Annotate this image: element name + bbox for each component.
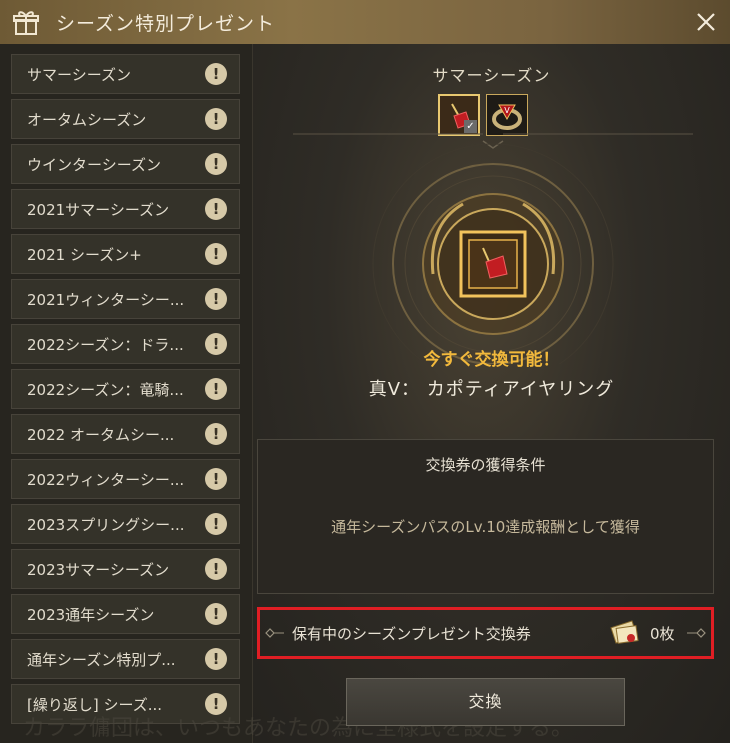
sidebar-item-2021-winter[interactable]: 2021ウィンターシー... ! [11, 279, 240, 319]
svg-text:V: V [504, 106, 510, 115]
sidebar-item-2021-season-plus[interactable]: 2021 シーズン+ ! [11, 234, 240, 274]
alert-icon: ! [205, 513, 227, 535]
sidebar-item-label: 2021 シーズン+ [27, 246, 142, 264]
sidebar-item-label: 2022シーズン：竜騎... [27, 381, 184, 399]
item-name: 真V： カポティアイヤリング [368, 379, 615, 400]
sidebar-item-label: サマーシーズン [27, 66, 131, 84]
ticket-icon [610, 620, 639, 644]
close-icon[interactable] [694, 10, 718, 34]
sidebar-item-label: 2021サマーシーズン [27, 201, 170, 219]
season-sidebar: サマーシーズン ! オータムシーズン ! ウインターシーズン ! 2021サマー… [0, 44, 253, 743]
sidebar-item-label: 2022ウィンターシー... [27, 471, 185, 489]
alert-icon: ! [205, 423, 227, 445]
sidebar-item-2022-autumn[interactable]: 2022 オータムシー... ! [11, 414, 240, 454]
alert-icon: ! [205, 378, 227, 400]
alert-icon: ! [205, 288, 227, 310]
sidebar-item-2023-yearlong[interactable]: 2023通年シーズン ! [11, 594, 240, 634]
sidebar-item-label: ウインターシーズン [27, 156, 161, 174]
alert-icon: ! [205, 468, 227, 490]
sidebar-item-label: 2022シーズン：ドラ... [27, 336, 184, 354]
alert-icon: ! [205, 198, 227, 220]
alert-icon: ! [205, 153, 227, 175]
sidebar-item-label: 2023スプリングシー... [27, 516, 185, 534]
condition-box: 交換券の獲得条件 通年シーズンパスのLv.10達成報酬として獲得 [257, 439, 714, 594]
ticket-count: 0枚 [650, 625, 675, 643]
sidebar-item-label: 2023通年シーズン [27, 606, 155, 624]
reward-panel: カララ傭団は、いつもあなたの為に全様式を設定する。 サマーシーズン ✓ V 今す… [23, 44, 730, 743]
sidebar-item-2022-dragoon[interactable]: 2022シーズン：竜騎... ! [11, 369, 240, 409]
sidebar-item-label: 2021ウィンターシー... [27, 291, 185, 309]
title-bar: シーズン特別プレゼント [0, 0, 730, 45]
alert-icon: ! [205, 108, 227, 130]
alert-icon: ! [205, 63, 227, 85]
alert-icon: ! [205, 558, 227, 580]
sidebar-item-2023-summer[interactable]: 2023サマーシーズン ! [11, 549, 240, 589]
sidebar-item-winter[interactable]: ウインターシーズン ! [11, 144, 240, 184]
reward-emblem [293, 133, 693, 364]
season-title: サマーシーズン [432, 66, 551, 85]
exchange-button[interactable]: 交換 [346, 678, 625, 726]
ticket-label: 保有中のシーズンプレゼント交換券 [292, 625, 531, 643]
window-title: シーズン特別プレゼント [56, 13, 276, 35]
alert-icon: ! [205, 333, 227, 355]
alert-icon: ! [205, 603, 227, 625]
gift-icon [13, 11, 39, 35]
sidebar-item-2021-summer[interactable]: 2021サマーシーズン ! [11, 189, 240, 229]
diamond-ornament-icon [265, 628, 284, 638]
condition-text: 通年シーズンパスのLv.10達成報酬として獲得 [331, 518, 640, 536]
alert-icon: ! [205, 243, 227, 265]
sidebar-item-label: オータムシーズン [27, 111, 147, 129]
sidebar-item-label: 2022 オータムシー... [27, 426, 175, 444]
sidebar-item-2023-spring[interactable]: 2023スプリングシー... ! [11, 504, 240, 544]
sidebar-item-yearlong-special[interactable]: 通年シーズン特別プ... ! [11, 639, 240, 679]
sidebar-item-2022-winter[interactable]: 2022ウィンターシー... ! [11, 459, 240, 499]
sidebar-item-label: 通年シーズン特別プ... [27, 651, 176, 669]
condition-title: 交換券の獲得条件 [425, 456, 546, 474]
ticket-row: 保有中のシーズンプレゼント交換券 0枚 [257, 607, 714, 659]
sidebar-item-2022-dragon[interactable]: 2022シーズン：ドラ... ! [11, 324, 240, 364]
available-status: 今すぐ交換可能！ [423, 350, 560, 370]
sidebar-item-label: 2023サマーシーズン [27, 561, 170, 579]
diamond-ornament-icon [687, 628, 706, 638]
sidebar-item-autumn[interactable]: オータムシーズン ! [11, 99, 240, 139]
sidebar-item-summer[interactable]: サマーシーズン ! [11, 54, 240, 94]
alert-icon: ! [205, 648, 227, 670]
